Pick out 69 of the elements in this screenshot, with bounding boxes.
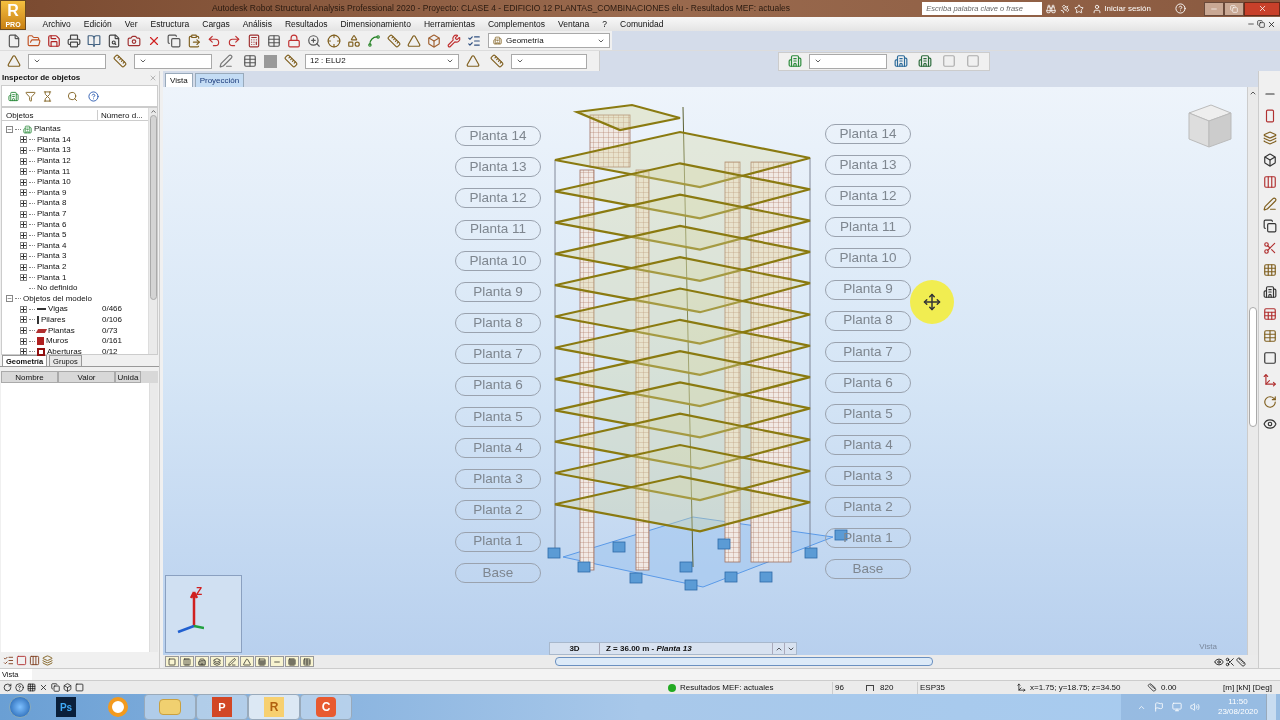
view-tab[interactable]: Proyección: [194, 73, 245, 87]
element-count: 820: [879, 681, 895, 694]
window-title: Autodesk Robot Structural Analysis Professional 2020 - Proyecto: CLASE 4 - EDIFICIO 12 PLANTAS_COMBINACIONES elu - Resultados MEF: actuales: [212, 2, 791, 15]
menu-item[interactable]: Archivo: [36, 17, 78, 31]
angle-value: 0.00: [1161, 681, 1178, 694]
menu-item[interactable]: Herramientas: [417, 17, 482, 31]
object-count: 0/106: [102, 314, 123, 326]
tree-item[interactable]: Planta 1: [37, 271, 67, 284]
view-name-hint: Vista: [1199, 641, 1217, 653]
tree-item[interactable]: Planta 9: [37, 186, 67, 199]
camtasia-app-button[interactable]: C: [300, 694, 352, 720]
object-count: 0/466: [102, 303, 123, 316]
object-count: 0/12: [102, 345, 118, 358]
tree-item[interactable]: Vigas: [48, 303, 68, 316]
column-header[interactable]: Objetos: [2, 110, 98, 120]
tree-item[interactable]: Planta 8: [37, 197, 67, 210]
menu-item[interactable]: Dimensionamiento: [334, 17, 418, 31]
tree-item[interactable]: Objetos del modelo: [23, 292, 92, 305]
tree-item[interactable]: Planta 14: [37, 133, 71, 146]
object-count: 0/161: [102, 335, 123, 348]
menu-item[interactable]: Resultados: [278, 17, 334, 31]
cursor-coordinates: x=1.75; y=18.75; z=34.50: [1030, 681, 1122, 694]
menu-item[interactable]: Edición: [77, 17, 119, 31]
menu-item[interactable]: ?: [595, 17, 614, 31]
column-header[interactable]: Nombre: [1, 371, 58, 383]
view-tab[interactable]: Vista: [165, 73, 193, 87]
object-count: 0/73: [102, 324, 118, 337]
panel-title: Inspector de objetos: [2, 72, 81, 84]
menu-item[interactable]: Complementos: [481, 17, 552, 31]
menu-item[interactable]: Análisis: [236, 17, 279, 31]
axis-label: Z: [196, 585, 203, 599]
view-mode-label: 3D: [550, 642, 600, 655]
tree-item[interactable]: Planta 7: [37, 208, 67, 221]
tree-item[interactable]: Planta 12: [37, 155, 71, 168]
tree-item[interactable]: Planta 3: [37, 250, 67, 263]
menu-item[interactable]: Estructura: [144, 17, 196, 31]
sign-in-button[interactable]: Iniciar sesión: [1088, 2, 1155, 15]
column-header[interactable]: Unida: [115, 371, 141, 383]
menu-item[interactable]: Cargas: [195, 17, 237, 31]
tree-item[interactable]: No definido: [37, 282, 78, 295]
clock-time: 11:50: [1228, 697, 1248, 707]
menu-item[interactable]: Comunidad: [613, 17, 670, 31]
tree-item[interactable]: Planta 11: [37, 165, 71, 178]
section-name: ESP35: [917, 681, 1017, 694]
tree-item[interactable]: Muros: [46, 335, 69, 348]
load-case-select[interactable]: 12 : ELU2: [305, 53, 459, 69]
tree-item[interactable]: Pilares: [41, 314, 66, 326]
tree-item[interactable]: Planta 5: [37, 229, 67, 242]
node-count: 96: [832, 681, 866, 694]
menu-item[interactable]: Ventana: [551, 17, 596, 31]
column-header[interactable]: Número d...: [98, 110, 146, 120]
tree-item[interactable]: Aberturas: [47, 345, 82, 358]
column-header[interactable]: Valor: [58, 371, 115, 383]
powerpoint-app-button[interactable]: P: [196, 694, 248, 720]
view-select[interactable]: Geometría: [488, 33, 610, 48]
menu-item[interactable]: Ver: [118, 17, 144, 31]
photoshop-app-button[interactable]: Ps: [40, 694, 92, 720]
tree-item[interactable]: Planta 6: [37, 218, 67, 231]
units-label: [m] [kN] [Deg]: [1223, 681, 1272, 694]
tree-item[interactable]: Planta 2: [37, 261, 67, 273]
tree-item[interactable]: Plantas: [48, 324, 75, 337]
tree-item[interactable]: Plantas: [34, 123, 61, 136]
status-message: Resultados MEF: actuales: [680, 681, 774, 694]
tree-item[interactable]: Planta 10: [37, 176, 71, 189]
clock-date: 23/08/2020: [1217, 707, 1258, 717]
tree-item[interactable]: Planta 13: [37, 144, 71, 157]
tree-item[interactable]: Planta 4: [37, 239, 67, 252]
current-level-label: Z = 36.00 m - Planta 13: [605, 642, 693, 655]
storey-label: Planta 8: [825, 310, 911, 331]
